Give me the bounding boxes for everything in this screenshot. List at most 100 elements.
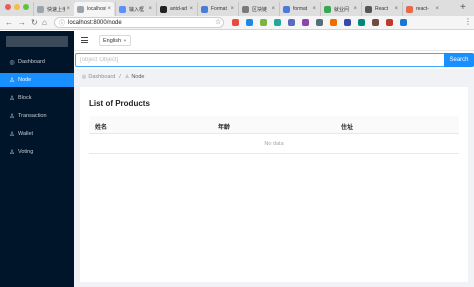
search-icon: [365, 5, 372, 13]
column-header-address: 住址: [341, 125, 354, 131]
extension-icon[interactable]: [288, 19, 295, 26]
close-tab-icon[interactable]: ×: [230, 6, 234, 12]
browser-menu-icon[interactable]: ⋮: [464, 17, 472, 26]
browser-tab-title: 输入框: [129, 6, 145, 13]
close-tab-icon[interactable]: ×: [107, 6, 111, 12]
react-icon: [406, 5, 413, 13]
user-icon: ♙: [9, 149, 15, 156]
extension-icon[interactable]: [232, 19, 239, 26]
extension-icon[interactable]: [386, 19, 393, 26]
close-tab-icon[interactable]: ×: [189, 6, 193, 12]
browser-tab-bar: 快速上手 × localhost × 输入框 × antd-ad × Format × 区块链 × fo…: [0, 0, 474, 16]
browser-tab[interactable]: Format ×: [197, 2, 237, 16]
new-tab-button[interactable]: +: [460, 3, 466, 13]
sidebar-item-label: Transaction: [18, 113, 47, 119]
close-tab-icon[interactable]: ×: [66, 6, 70, 12]
search-button[interactable]: Search: [444, 53, 474, 67]
browser-tab-title: 快速上手: [47, 6, 66, 13]
close-tab-icon[interactable]: ×: [148, 6, 152, 12]
sidebar-item-wallet[interactable]: ♙ Wallet: [0, 127, 74, 141]
back-arrow-icon[interactable]: ←: [5, 18, 13, 27]
sidebar-item-label: Wallet: [18, 131, 34, 137]
app-header: English ▼: [74, 31, 474, 51]
browser-tab[interactable]: React ×: [361, 2, 401, 16]
browser-tab-title: react-: [416, 6, 429, 12]
browser-tab[interactable]: antd-ad ×: [156, 2, 196, 16]
browser-tab-title: antd-ad: [170, 6, 187, 12]
sidebar-item-transaction[interactable]: ♙ Transaction: [0, 109, 74, 123]
extension-icon[interactable]: [316, 19, 323, 26]
close-tab-icon[interactable]: ×: [435, 6, 439, 12]
diamond-icon: [119, 5, 126, 13]
extension-icon[interactable]: [372, 19, 379, 26]
card-title: List of Products: [89, 99, 150, 108]
reload-icon[interactable]: ↻: [31, 18, 38, 27]
extension-icon[interactable]: [330, 19, 337, 26]
browser-toolbar: ← → ↻ ⌂ ⓘ localhost:8000/node ☆ ⋮: [0, 16, 474, 30]
extension-icon[interactable]: [246, 19, 253, 26]
browser-tab-title: Format: [211, 6, 227, 12]
chain-icon: [242, 5, 249, 13]
home-icon[interactable]: ⌂: [42, 18, 47, 27]
browser-tab-title: React: [375, 6, 389, 12]
sidebar-item-label: Node: [18, 77, 32, 83]
column-header-name: 姓名: [95, 125, 108, 131]
sidebar-item-block[interactable]: ♙ Block: [0, 91, 74, 105]
maximize-window-button[interactable]: [23, 4, 29, 10]
browser-tab[interactable]: react- ×: [402, 2, 442, 16]
close-tab-icon[interactable]: ×: [312, 6, 316, 12]
star-icon: [201, 5, 208, 13]
sidebar-item-label: Dashboard: [18, 59, 45, 65]
sidebar-item-voting[interactable]: ♙ Voting: [0, 145, 74, 159]
browser-tab[interactable]: 就业问 ×: [320, 2, 360, 16]
browser-tab[interactable]: 区块链 ×: [238, 2, 278, 16]
empty-text: No data: [264, 140, 284, 147]
logo-placeholder: [6, 36, 68, 47]
sidebar: ◎ Dashboard ♙ Node ♙ Block ♙ Transaction ♙ Wallet…: [0, 31, 74, 287]
info-icon[interactable]: ⓘ: [59, 18, 65, 27]
browser-tab-title: 就业问: [334, 6, 350, 13]
language-select[interactable]: English ▼: [99, 35, 131, 46]
extension-icon[interactable]: [358, 19, 365, 26]
sidebar-item-label: Block: [18, 95, 32, 101]
table-empty-row: No data: [89, 134, 459, 154]
sidebar-item-node[interactable]: ♙ Node: [0, 73, 74, 87]
breadcrumb-home-link[interactable]: Dashboard: [88, 74, 115, 80]
browser-tab-title: 区块链: [252, 6, 268, 13]
browser-tab-title: localhost: [87, 6, 107, 12]
user-icon: ♙: [9, 131, 15, 138]
browser-tab[interactable]: 输入框 ×: [115, 2, 155, 16]
close-tab-icon[interactable]: ×: [394, 6, 398, 12]
extension-icon[interactable]: [260, 19, 267, 26]
extension-icon[interactable]: [274, 19, 281, 26]
minimize-window-button[interactable]: [14, 4, 20, 10]
user-icon: ♙: [124, 74, 130, 80]
page-icon: [77, 5, 84, 13]
breadcrumb: ◎ Dashboard / ♙ Node: [82, 73, 144, 81]
bookmark-star-icon[interactable]: ☆: [215, 18, 221, 26]
user-icon: ♙: [9, 95, 15, 102]
dashboard-icon: ◎: [9, 59, 15, 66]
forward-arrow-icon[interactable]: →: [18, 18, 26, 27]
close-tab-icon[interactable]: ×: [271, 6, 275, 12]
extension-icon[interactable]: [400, 19, 407, 26]
extension-icon[interactable]: [302, 19, 309, 26]
products-card: List of Products 姓名 年龄 住址 No data: [80, 87, 468, 282]
address-bar[interactable]: ⓘ localhost:8000/node: [54, 17, 224, 28]
menu-toggle-icon[interactable]: [81, 37, 88, 43]
table-header: 姓名 年龄 住址: [89, 116, 459, 134]
sidebar-item-dashboard[interactable]: ◎ Dashboard: [0, 55, 74, 69]
user-icon: ♙: [9, 77, 15, 84]
close-tab-icon[interactable]: ×: [353, 6, 357, 12]
browser-tab-title: format: [293, 6, 308, 12]
browser-tab[interactable]: localhost ×: [74, 2, 114, 16]
close-window-button[interactable]: [5, 4, 11, 10]
user-icon: ♙: [9, 113, 15, 120]
extension-icon[interactable]: [344, 19, 351, 26]
github-icon: [160, 5, 167, 13]
search-input[interactable]: [75, 53, 444, 67]
browser-tab[interactable]: format ×: [279, 2, 319, 16]
column-header-age: 年龄: [218, 125, 231, 131]
browser-tab[interactable]: 快速上手 ×: [33, 2, 73, 16]
chevron-down-icon: ▼: [123, 38, 127, 43]
